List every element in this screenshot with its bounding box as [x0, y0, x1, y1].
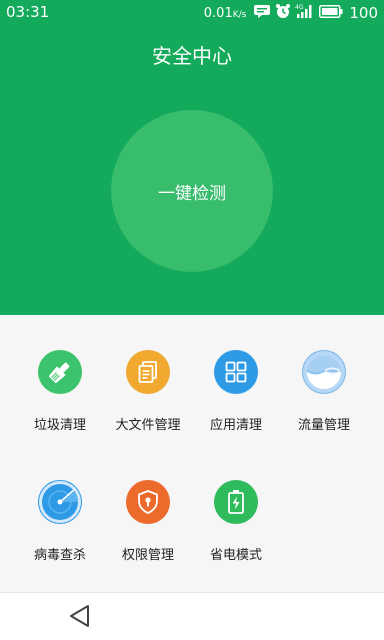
tool-label: 病毒查杀	[33, 548, 86, 563]
tool-large-file[interactable]: 大文件管理	[100, 315, 196, 433]
page-title: 安全中心	[152, 44, 232, 68]
documents-icon	[126, 350, 170, 394]
status-right: 0.01K/s 4G 100	[204, 3, 378, 23]
tool-label: 垃圾清理	[33, 418, 86, 433]
tool-label: 应用清理	[209, 418, 262, 433]
net-speed-value: 0.01	[203, 5, 233, 21]
battery-icon	[319, 4, 343, 22]
status-time: 03:31	[6, 3, 50, 21]
tool-label: 权限管理	[121, 548, 174, 563]
radar-icon	[38, 480, 82, 524]
tool-app-clean[interactable]: 应用清理	[188, 315, 284, 433]
tools-grid: 垃圾清理 大文件管理 应用清理 流量管理 病毒查杀 权限管理 省电模式	[0, 315, 384, 592]
battery-saver-icon	[214, 480, 258, 524]
one-key-scan-button[interactable]: 一键检测	[111, 110, 273, 272]
tool-label: 省电模式	[209, 548, 262, 563]
svg-text:4G: 4G	[295, 4, 304, 11]
net-speed-unit: K/s	[232, 9, 247, 20]
tool-junk-clean[interactable]: 垃圾清理	[12, 315, 108, 433]
message-icon	[253, 4, 271, 23]
battery-level: 100	[349, 4, 378, 22]
header: 03:31 0.01K/s 4G 100 安全中心 一键检测	[0, 0, 384, 315]
net-speed: 0.01K/s	[204, 6, 247, 21]
tool-virus-scan[interactable]: 病毒查杀	[12, 445, 108, 563]
apps-grid-icon	[214, 350, 258, 394]
signal-4g-icon: 4G	[295, 3, 315, 23]
navigation-bar	[0, 592, 384, 640]
tool-permission[interactable]: 权限管理	[100, 445, 196, 563]
tool-label: 流量管理	[297, 418, 350, 433]
back-triangle-icon[interactable]	[64, 603, 96, 631]
tool-data-usage[interactable]: 流量管理	[276, 315, 372, 433]
status-bar: 03:31 0.01K/s 4G 100	[0, 0, 384, 26]
shield-icon	[126, 480, 170, 524]
data-usage-icon	[302, 350, 346, 394]
tool-power-saving[interactable]: 省电模式	[188, 445, 284, 563]
broom-icon	[38, 350, 82, 394]
alarm-icon	[275, 3, 291, 23]
tool-label: 大文件管理	[115, 418, 181, 433]
